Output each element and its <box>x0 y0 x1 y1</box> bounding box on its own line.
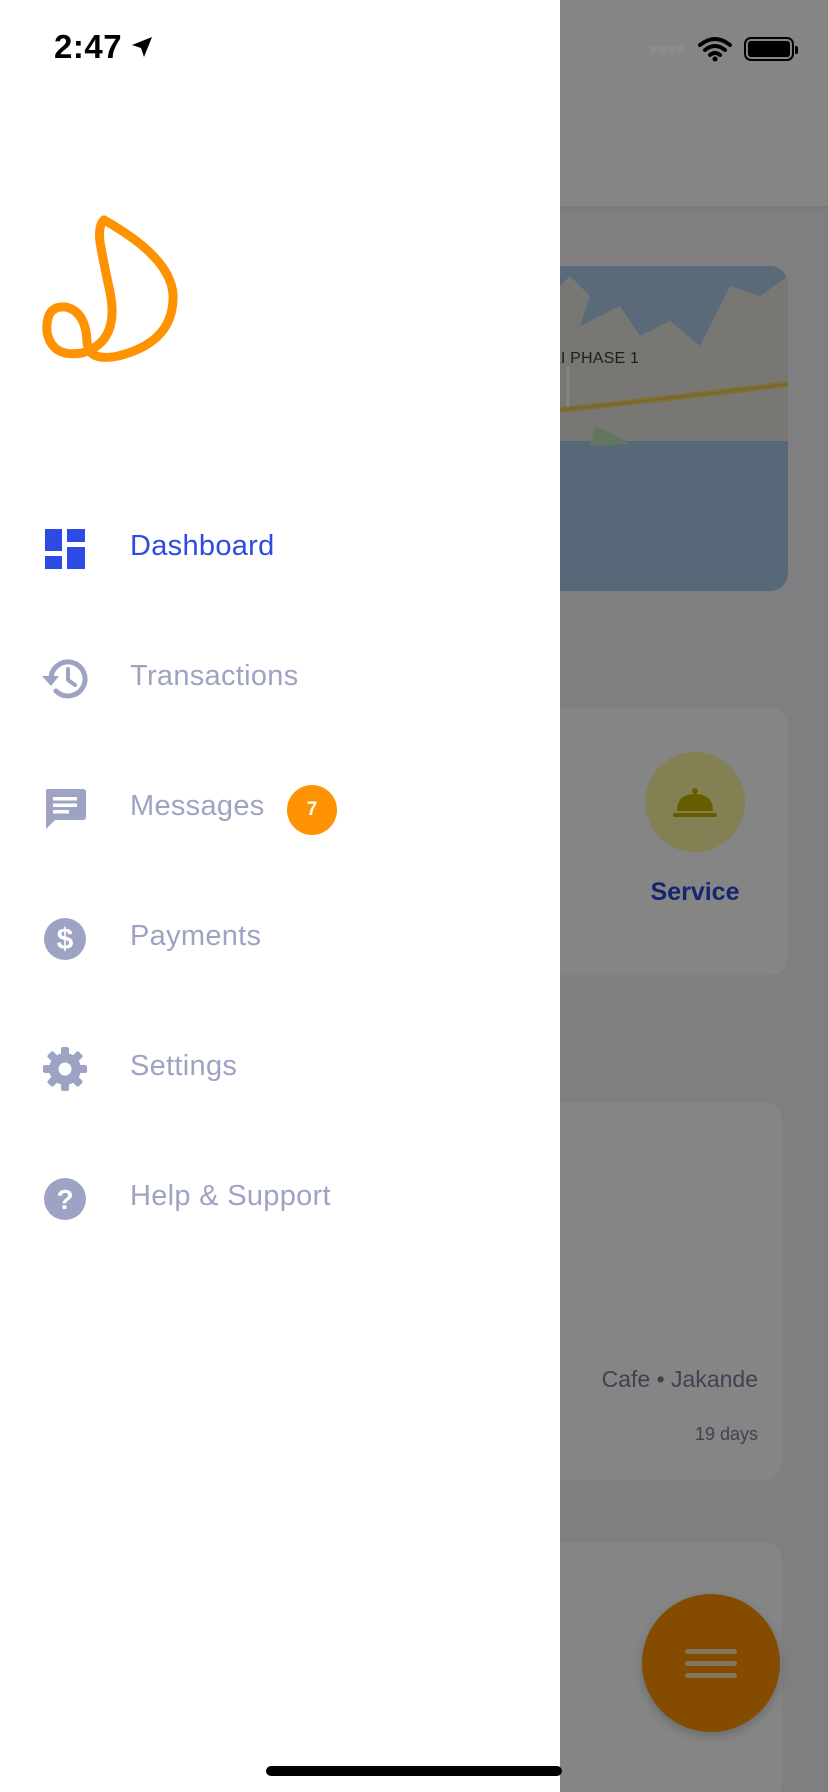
status-time: 2:47 <box>54 28 123 65</box>
svg-text:$: $ <box>57 923 74 956</box>
menu-item-help-support[interactable]: ? Help & Support <box>0 1130 560 1260</box>
location-arrow-icon <box>132 37 153 57</box>
signal-icon <box>650 40 686 58</box>
drawer-menu: Dashboard Transactions Messages 7 $ Paym… <box>0 480 560 1260</box>
menu-label-help-support: Help & Support <box>130 1180 331 1212</box>
dollar-icon: $ <box>40 914 90 964</box>
dashboard-icon <box>40 524 90 574</box>
history-icon <box>40 654 90 704</box>
battery-icon <box>744 37 798 61</box>
menu-label-payments: Payments <box>130 920 262 952</box>
status-bar-right <box>650 36 798 62</box>
menu-item-messages[interactable]: Messages 7 <box>0 740 560 870</box>
home-indicator[interactable] <box>266 1766 562 1776</box>
menu-label-settings: Settings <box>130 1050 238 1082</box>
menu-item-transactions[interactable]: Transactions <box>0 610 560 740</box>
messages-count-badge: 7 <box>287 785 337 835</box>
navigation-drawer: 2:47 Dashboard Transactions Messages 7 $… <box>0 0 560 1792</box>
app-logo <box>40 212 180 367</box>
message-icon <box>40 784 90 834</box>
menu-item-payments[interactable]: $ Payments <box>0 870 560 1000</box>
menu-item-settings[interactable]: Settings <box>0 1000 560 1130</box>
status-bar-left: 2:47 <box>54 28 154 66</box>
menu-label-messages: Messages <box>130 790 265 822</box>
menu-item-dashboard[interactable]: Dashboard <box>0 480 560 610</box>
menu-label-dashboard: Dashboard <box>130 530 275 562</box>
gear-icon <box>40 1044 90 1094</box>
svg-text:?: ? <box>56 1184 73 1215</box>
wifi-icon <box>698 37 732 62</box>
help-icon: ? <box>40 1174 90 1224</box>
menu-label-transactions: Transactions <box>130 660 299 692</box>
